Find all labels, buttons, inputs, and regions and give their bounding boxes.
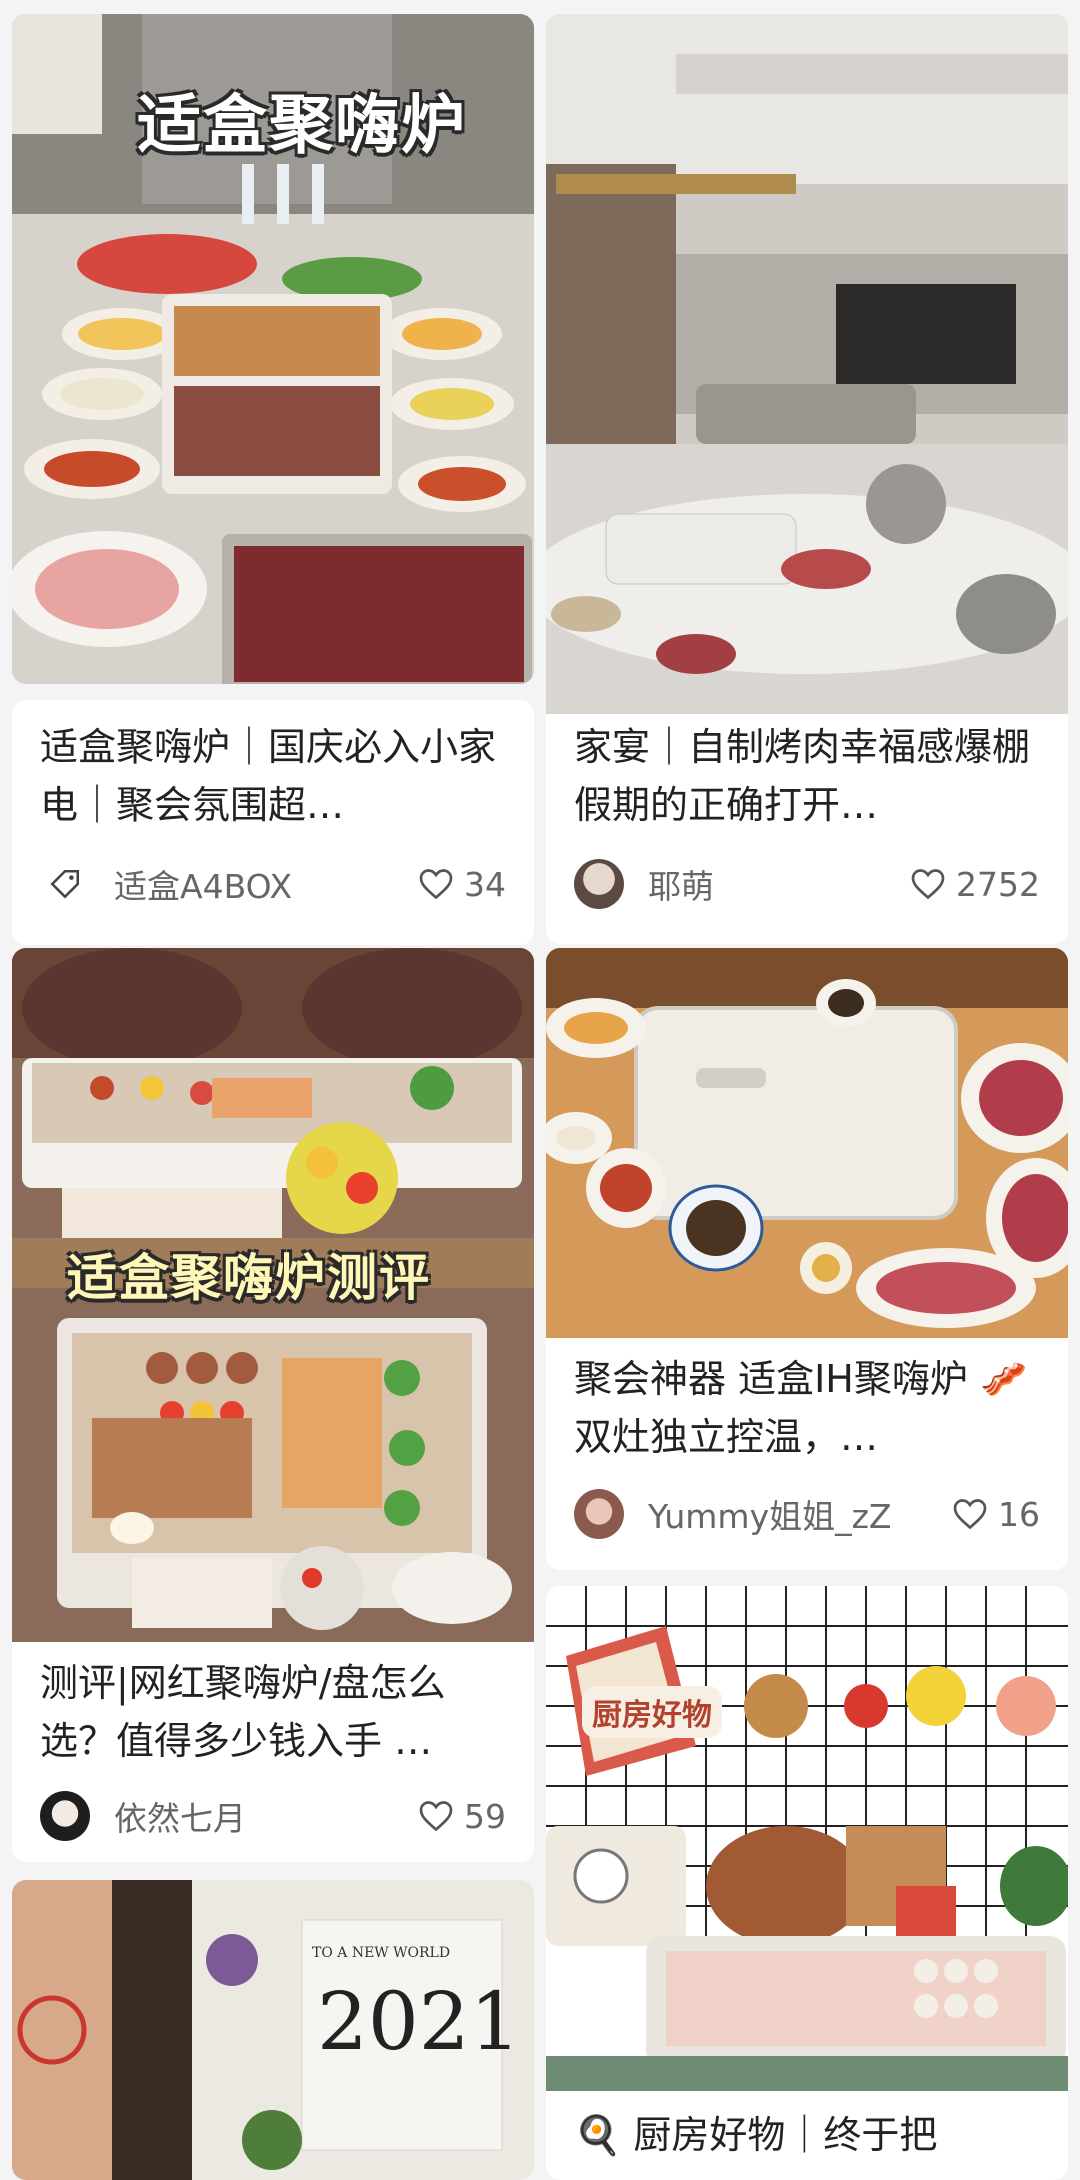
note-meta: Yummy姐姐_zZ 16 — [574, 1486, 1040, 1542]
note-card[interactable]: 适盒聚嗨炉 适盒聚嗨炉｜国庆必入小家电｜聚会氛围超… — [12, 14, 534, 684]
cover-overlay-title: 厨房好物 — [582, 1686, 722, 1738]
like-button[interactable]: 16 — [952, 1495, 1040, 1534]
tag-icon[interactable] — [40, 859, 90, 909]
like-count: 59 — [464, 1796, 506, 1836]
author-name[interactable]: 适盒A4BOX — [114, 860, 418, 908]
note-title[interactable]: 家宴｜自制烤肉幸福感爆棚 假期的正确打开… — [574, 718, 1040, 834]
note-cover-image[interactable]: 适盒聚嗨炉 — [12, 14, 534, 684]
like-button[interactable]: 59 — [418, 1797, 506, 1836]
feed-grid: 适盒聚嗨炉 适盒聚嗨炉｜国庆必入小家电｜聚会氛围超… 适盒聚嗨炉｜国庆必入小家电… — [0, 0, 1080, 2180]
author-name[interactable]: 依然七月 — [114, 1792, 418, 1840]
note-meta: 适盒A4BOX 34 — [40, 856, 506, 912]
avatar[interactable] — [574, 859, 624, 909]
note-card[interactable]: 聚会神器 适盒IH聚嗨炉 🥓双灶独立控温，… Yummy姐姐_zZ 16 — [546, 948, 1068, 1570]
author-name[interactable]: Yummy姐姐_zZ — [648, 1490, 952, 1538]
note-card[interactable]: 厨房好物 🍳 厨房好物｜终于把 — [546, 1586, 1068, 2180]
heart-outline-icon — [419, 1801, 453, 1832]
like-button[interactable]: 34 — [418, 865, 506, 904]
like-count: 34 — [464, 864, 506, 904]
cover-overlay-title: 适盒聚嗨炉测评 — [67, 1249, 431, 1307]
note-card[interactable]: 适盒聚嗨炉测评 测评|网红聚嗨炉/盘怎么选？值得多少钱入手 … 依然七月 59 — [12, 948, 534, 1862]
note-cover-image[interactable]: 适盒聚嗨炉测评 — [12, 948, 534, 1642]
heart-outline-icon — [419, 869, 453, 900]
note-title[interactable]: 🍳 厨房好物｜终于把 — [574, 2106, 1040, 2164]
note-cover-image[interactable]: 厨房好物 — [546, 1586, 1068, 2091]
heart-outline-icon — [953, 1499, 987, 1530]
note-cover-image[interactable] — [546, 948, 1068, 1338]
note-title[interactable]: 测评|网红聚嗨炉/盘怎么选？值得多少钱入手 … — [40, 1654, 506, 1770]
note-title[interactable]: 聚会神器 适盒IH聚嗨炉 🥓双灶独立控温，… — [574, 1350, 1040, 1466]
like-button[interactable]: 2752 — [910, 865, 1040, 904]
note-meta: 依然七月 59 — [40, 1788, 506, 1844]
note-meta: 耶萌 2752 — [574, 856, 1040, 912]
avatar[interactable] — [40, 1791, 90, 1841]
note-title[interactable]: 适盒聚嗨炉｜国庆必入小家电｜聚会氛围超… — [40, 718, 506, 834]
avatar[interactable] — [574, 1489, 624, 1539]
heart-outline-icon — [911, 869, 945, 900]
note-card-footer: 适盒聚嗨炉｜国庆必入小家电｜聚会氛围超… 适盒A4BOX 34 — [12, 700, 534, 945]
calendar-caption: TO A NEW WORLD — [312, 1945, 451, 1961]
note-card[interactable]: 家宴｜自制烤肉幸福感爆棚 假期的正确打开… 耶萌 2752 — [546, 14, 1068, 944]
like-count: 16 — [998, 1494, 1040, 1534]
note-card[interactable]: TO A NEW WORLD 2021 — [12, 1880, 534, 2180]
calendar-year: 2021 — [317, 1975, 521, 2068]
note-cover-image[interactable] — [546, 14, 1068, 714]
author-name[interactable]: 耶萌 — [648, 860, 910, 908]
note-cover-image[interactable]: TO A NEW WORLD 2021 — [12, 1880, 534, 2180]
cover-overlay-title: 适盒聚嗨炉 — [137, 89, 467, 163]
like-count: 2752 — [956, 864, 1040, 904]
